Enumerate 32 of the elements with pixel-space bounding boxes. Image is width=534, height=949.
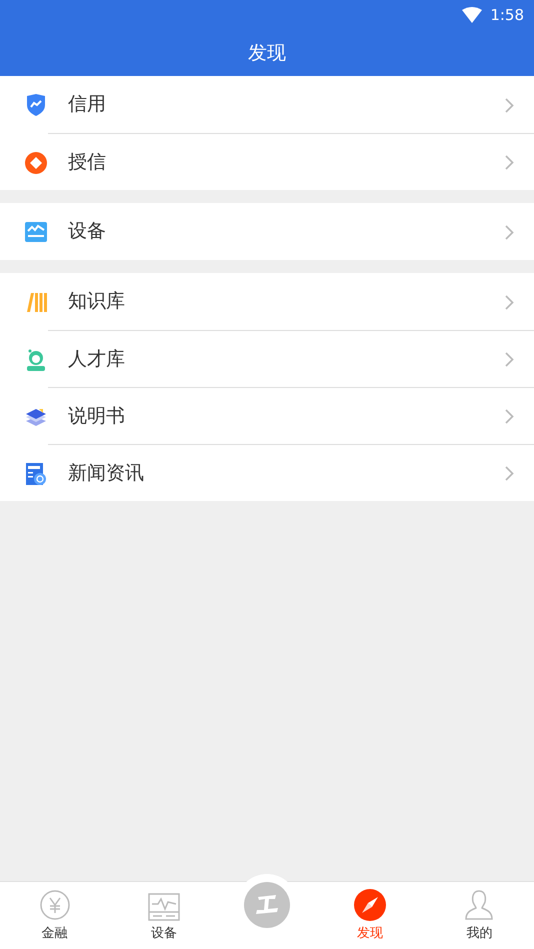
nav-tab[interactable]: 金融	[0, 882, 110, 949]
person-icon	[24, 348, 48, 372]
menu-item[interactable]: 人才库	[48, 330, 534, 387]
chevron-icon	[505, 98, 514, 113]
nav-tab[interactable]: 设备	[109, 882, 218, 949]
chevron-icon	[505, 224, 514, 240]
menu-item[interactable]: 设备	[0, 203, 534, 260]
page-title: 发现	[248, 40, 286, 66]
monitor-icon	[148, 892, 180, 920]
user-icon	[463, 888, 496, 920]
status-time: 1:58	[490, 4, 524, 26]
yen-icon	[38, 888, 71, 920]
books-icon	[24, 290, 48, 314]
chevron-icon	[505, 466, 514, 482]
menu-item[interactable]: 说明书	[48, 387, 534, 444]
chevron-icon	[505, 294, 514, 310]
menu-item[interactable]: 信用	[0, 76, 534, 133]
compass-icon	[354, 888, 386, 920]
monitor-icon	[24, 220, 48, 244]
chevron-icon	[505, 155, 514, 170]
menu-item[interactable]: 知识库	[0, 273, 534, 330]
nav-tab[interactable]: 我的	[424, 882, 534, 949]
chevron-icon	[505, 409, 514, 424]
logo-icon	[244, 882, 290, 928]
nav-tab[interactable]: 发现	[316, 882, 425, 949]
coin-icon	[24, 150, 48, 175]
chevron-icon	[505, 352, 514, 368]
shield-icon	[24, 93, 48, 118]
menu-item[interactable]: 授信	[48, 133, 534, 190]
newspaper-icon	[24, 462, 48, 486]
wifi-icon	[462, 7, 482, 23]
menu-item[interactable]: 新闻资讯	[48, 444, 534, 501]
